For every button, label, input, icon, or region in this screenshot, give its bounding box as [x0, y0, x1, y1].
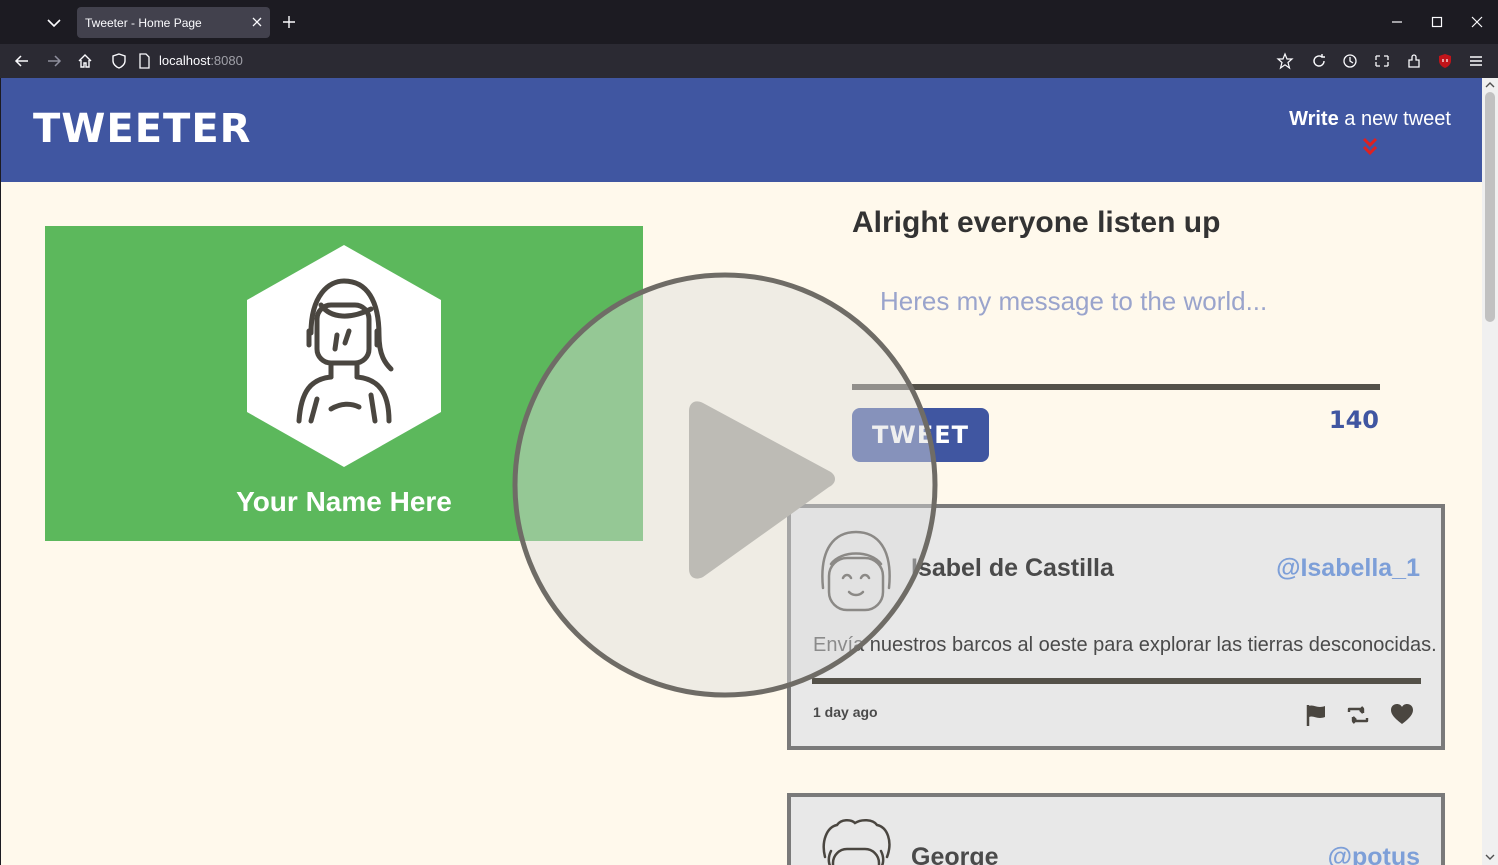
scroll-up-arrow-icon[interactable]: [1485, 81, 1495, 89]
write-bold-text: Write: [1289, 108, 1339, 130]
forward-icon[interactable]: [45, 52, 63, 70]
extensions-icon[interactable]: [1405, 52, 1423, 70]
url-port: :8080: [210, 53, 243, 68]
page-scrollbar[interactable]: [1482, 78, 1498, 865]
browser-tab[interactable]: Tweeter - Home Page: [77, 7, 270, 38]
tweet-author-handle[interactable]: @potus: [1328, 843, 1420, 865]
tweet-timestamp: 1 day ago: [813, 704, 878, 720]
tab-close-icon[interactable]: [250, 15, 264, 29]
bookmark-star-icon[interactable]: [1276, 52, 1294, 70]
compose-title: Alright everyone listen up: [852, 206, 1221, 239]
maximize-icon[interactable]: [1429, 14, 1445, 30]
heart-icon[interactable]: [1389, 702, 1415, 728]
minimize-icon[interactable]: [1389, 14, 1405, 30]
tweet-avatar-icon: [822, 819, 891, 865]
character-counter: 140: [1328, 406, 1379, 434]
ublock-icon[interactable]: [1436, 52, 1454, 70]
site-header: TWEETER Write a new tweet: [1, 78, 1482, 182]
screenshot-icon[interactable]: [1373, 52, 1391, 70]
flag-icon[interactable]: [1303, 702, 1329, 728]
video-play-overlay-icon[interactable]: [511, 271, 939, 699]
tweet-author-name: George: [911, 843, 999, 865]
browser-nav-bar: localhost:8080: [0, 44, 1498, 78]
reload-icon[interactable]: [1310, 52, 1328, 70]
back-icon[interactable]: [13, 52, 31, 70]
write-new-tweet-link[interactable]: Write a new tweet: [1289, 108, 1451, 131]
retweet-icon[interactable]: [1345, 702, 1371, 728]
tweet-card: George @potus: [787, 793, 1445, 865]
site-logo[interactable]: TWEETER: [33, 106, 251, 152]
browser-tab-bar: Tweeter - Home Page: [0, 0, 1498, 44]
url-host: localhost: [159, 53, 211, 68]
tweet-author-name: Isabel de Castilla: [911, 554, 1114, 582]
tab-list-chevron-icon[interactable]: [40, 12, 68, 34]
new-tab-icon[interactable]: [280, 13, 298, 31]
shield-icon[interactable]: [110, 52, 128, 70]
page-icon: [139, 53, 150, 69]
close-window-icon[interactable]: [1469, 14, 1485, 30]
tab-title: Tweeter - Home Page: [85, 16, 202, 30]
double-chevron-down-icon[interactable]: [1361, 136, 1379, 158]
url-bar[interactable]: localhost:8080: [159, 53, 243, 68]
history-icon[interactable]: [1341, 52, 1359, 70]
tweet-author-handle[interactable]: @Isabella_1: [1276, 554, 1420, 583]
write-rest-text: a new tweet: [1338, 108, 1451, 130]
menu-icon[interactable]: [1467, 52, 1485, 70]
scroll-thumb[interactable]: [1485, 92, 1495, 322]
scroll-down-arrow-icon[interactable]: [1485, 853, 1495, 861]
home-icon[interactable]: [76, 52, 94, 70]
profile-avatar-hexagon: [247, 245, 441, 467]
